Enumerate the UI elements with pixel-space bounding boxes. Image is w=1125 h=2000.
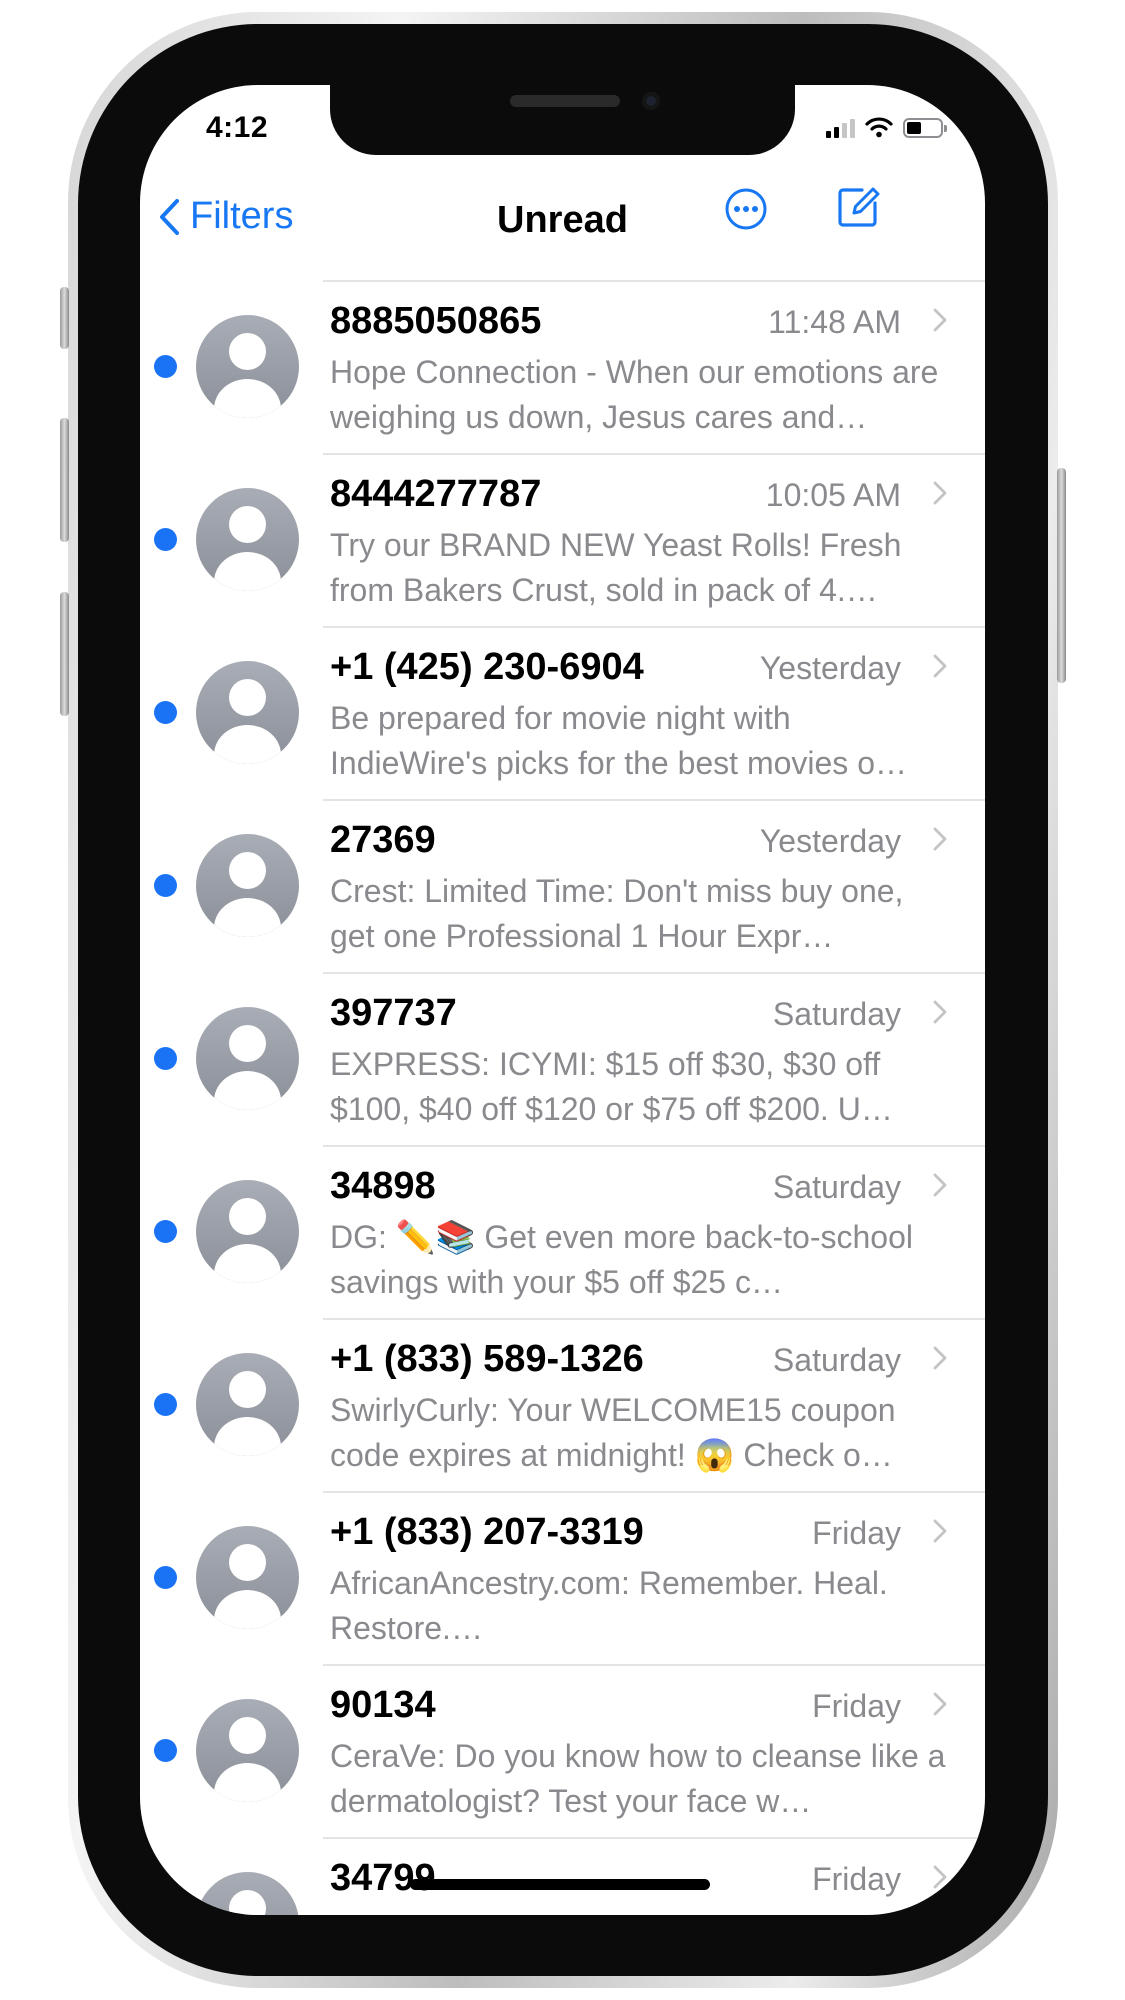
mute-switch (60, 287, 69, 349)
sender-name: +1 (425) 230-6904 (330, 646, 644, 688)
person-silhouette-icon (196, 1699, 299, 1802)
conversation-row[interactable]: 34799 Friday Bath&BodyWorks: Double up o… (140, 1837, 985, 1915)
conversation-row[interactable]: +1 (425) 230-6904 Yesterday Be prepared … (140, 626, 985, 799)
conversation-row[interactable]: 90134 Friday CeraVe: Do you know how to … (140, 1664, 985, 1837)
conversation-row[interactable]: 34898 Saturday DG: ✏️📚 Get even more bac… (140, 1145, 985, 1318)
chevron-right-icon[interactable] (933, 1865, 947, 1889)
conversation-row[interactable]: 8885050865 11:48 AM Hope Connection - Wh… (140, 280, 985, 453)
unread-indicator (154, 701, 177, 724)
person-silhouette-icon (196, 1872, 299, 1915)
conversation-row[interactable]: 8444277787 10:05 AM Try our BRAND NEW Ye… (140, 453, 985, 626)
front-camera (642, 92, 660, 110)
row-separator (323, 1837, 985, 1839)
row-separator (323, 280, 985, 282)
chevron-right-icon[interactable] (933, 1519, 947, 1543)
home-indicator[interactable] (410, 1879, 710, 1890)
person-silhouette-icon (196, 488, 299, 591)
sender-name: 27369 (330, 819, 436, 861)
message-preview: AfricanAncestry.com: Remember. Heal. Res… (330, 1565, 888, 1646)
unread-indicator (154, 1912, 177, 1915)
compose-button[interactable] (836, 183, 882, 234)
row-separator (323, 1145, 985, 1147)
row-separator (323, 1664, 985, 1666)
person-silhouette-icon (196, 1180, 299, 1283)
message-time: Saturday (772, 1342, 901, 1378)
message-preview: CeraVe: Do you know how to cleanse like … (330, 1738, 946, 1819)
message-time: Saturday (772, 996, 901, 1032)
unread-indicator (154, 1393, 177, 1416)
volume-up-button (60, 418, 69, 542)
message-time: Friday (812, 1688, 901, 1724)
chevron-right-icon[interactable] (933, 827, 947, 851)
message-time: Friday (812, 1515, 901, 1551)
row-separator (323, 626, 985, 628)
person-silhouette-icon (196, 661, 299, 764)
row-separator (323, 453, 985, 455)
conversation-row[interactable]: 397737 Saturday EXPRESS: ICYMI: $15 off … (140, 972, 985, 1145)
unread-indicator (154, 355, 177, 378)
chevron-right-icon[interactable] (933, 1173, 947, 1197)
message-time: Yesterday (759, 823, 901, 859)
person-silhouette-icon (196, 315, 299, 418)
message-time: Friday (812, 1861, 901, 1897)
chevron-right-icon[interactable] (933, 654, 947, 678)
message-time: Yesterday (759, 650, 901, 686)
chevron-right-icon[interactable] (933, 308, 947, 332)
status-icons (826, 117, 947, 138)
more-options-button[interactable] (724, 187, 768, 236)
message-time: 10:05 AM (765, 477, 901, 513)
row-separator (323, 972, 985, 974)
chevron-right-icon[interactable] (933, 481, 947, 505)
nav-bar: Filters Unread (140, 165, 985, 275)
message-preview: SwirlyCurly: Your WELCOME15 coupon code … (330, 1392, 896, 1473)
message-preview: Be prepared for movie night with IndieWi… (330, 700, 907, 781)
person-silhouette-icon (196, 1526, 299, 1629)
unread-indicator (154, 528, 177, 551)
earpiece-speaker (510, 95, 620, 107)
conversation-row[interactable]: +1 (833) 207-3319 Friday AfricanAncestry… (140, 1491, 985, 1664)
message-preview: Try our BRAND NEW Yeast Rolls! Fresh fro… (330, 527, 902, 608)
conversation-row[interactable]: 27369 Yesterday Crest: Limited Time: Don… (140, 799, 985, 972)
sender-name: 397737 (330, 992, 457, 1034)
sender-name: 34898 (330, 1165, 436, 1207)
sender-name: +1 (833) 589-1326 (330, 1338, 644, 1380)
volume-down-button (60, 592, 69, 716)
message-time: Saturday (772, 1169, 901, 1205)
person-silhouette-icon (196, 1007, 299, 1110)
unread-indicator (154, 1739, 177, 1762)
unread-indicator (154, 1566, 177, 1589)
status-time: 4:12 (206, 111, 269, 144)
message-preview: Crest: Limited Time: Don't miss buy one,… (330, 873, 904, 954)
wifi-icon (865, 117, 893, 138)
person-silhouette-icon (196, 834, 299, 937)
conversation-list: 8885050865 11:48 AM Hope Connection - Wh… (140, 280, 985, 1915)
row-separator (323, 1491, 985, 1493)
sender-name: 8444277787 (330, 473, 542, 515)
power-button (1057, 468, 1066, 683)
sender-name: +1 (833) 207-3319 (330, 1511, 644, 1553)
message-preview: DG: ✏️📚 Get even more back-to-school sav… (330, 1219, 913, 1300)
battery-icon (903, 117, 947, 138)
compose-icon (838, 187, 880, 227)
notch (330, 85, 795, 155)
row-separator (323, 799, 985, 801)
unread-indicator (154, 1047, 177, 1070)
message-preview: Bath&BodyWorks: Double up on fall! All… (330, 1907, 950, 1915)
message-preview: Hope Connection - When our emotions are … (330, 354, 939, 435)
cellular-signal-icon (826, 118, 855, 138)
messages-screen: 4:12 Filters Unread 8885050865 11:48 AM … (140, 85, 985, 1915)
unread-indicator (154, 874, 177, 897)
chevron-right-icon[interactable] (933, 1692, 947, 1716)
sender-name: 8885050865 (330, 300, 542, 342)
message-preview: EXPRESS: ICYMI: $15 off $30, $30 off $10… (330, 1046, 893, 1127)
person-silhouette-icon (196, 1353, 299, 1456)
unread-indicator (154, 1220, 177, 1243)
row-separator (323, 1318, 985, 1320)
conversation-row[interactable]: +1 (833) 589-1326 Saturday SwirlyCurly: … (140, 1318, 985, 1491)
sender-name: 90134 (330, 1684, 436, 1726)
chevron-right-icon[interactable] (933, 1346, 947, 1370)
message-time: 11:48 AM (768, 304, 901, 340)
chevron-right-icon[interactable] (933, 1000, 947, 1024)
ellipsis-circle-icon (725, 188, 767, 230)
